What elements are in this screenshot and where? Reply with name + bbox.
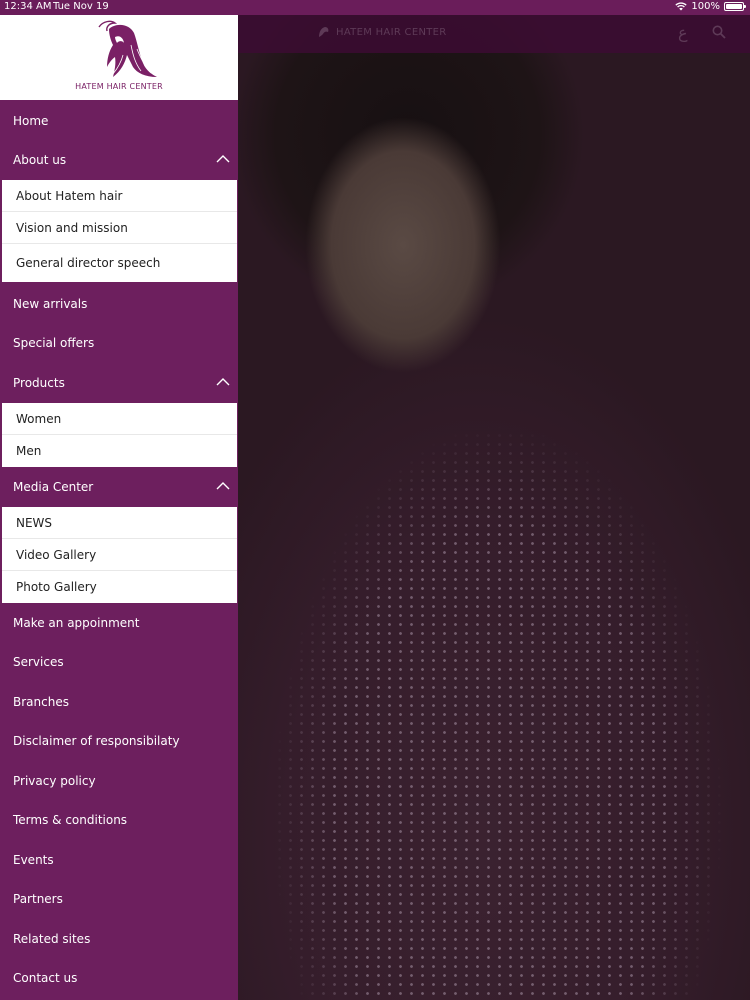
menu-item-label: Services <box>13 655 64 669</box>
menu-item-label: Media Center <box>13 480 94 494</box>
submenu-about: About Hatem hair Vision and mission Gene… <box>2 180 237 282</box>
submenu-item-photo-gallery[interactable]: Photo Gallery <box>2 571 237 603</box>
logo: HATEM HAIR CENTER <box>0 15 238 100</box>
menu-item-disclaimer[interactable]: Disclaimer of responsibilaty <box>0 722 238 760</box>
menu-item-about[interactable]: About us <box>0 141 238 179</box>
navigation-drawer: HATEM HAIR CENTER Home About us About Ha… <box>0 15 238 1000</box>
menu-item-new-arrivals[interactable]: New arrivals <box>0 285 238 323</box>
menu-item-partners[interactable]: Partners <box>0 880 238 918</box>
menu-item-appointment[interactable]: Make an appoinment <box>0 604 238 642</box>
submenu-media: NEWS Video Gallery Photo Gallery <box>2 507 237 603</box>
menu-item-label: Home <box>13 114 49 128</box>
chevron-up-icon <box>216 155 230 163</box>
hair-logo-icon <box>319 27 329 37</box>
menu-item-products[interactable]: Products <box>0 364 238 402</box>
menu-item-label: Special offers <box>13 336 95 350</box>
menu-item-label: Contact us <box>13 971 78 985</box>
logo-text: HATEM HAIR CENTER <box>75 82 163 91</box>
battery-icon <box>724 2 746 11</box>
menu-item-label: Branches <box>13 695 69 709</box>
menu-item-related-sites[interactable]: Related sites <box>0 920 238 958</box>
status-date: Tue Nov 19 <box>53 1 109 12</box>
menu-item-special-offers[interactable]: Special offers <box>0 324 238 362</box>
menu-item-branches[interactable]: Branches <box>0 683 238 721</box>
battery-percent: 100% <box>691 1 720 12</box>
submenu-products: Women Men <box>2 403 237 467</box>
menu-item-services[interactable]: Services <box>0 643 238 681</box>
status-bar: 12:34 AM Tue Nov 19 100% <box>0 0 750 15</box>
menu-item-home[interactable]: Home <box>0 102 238 140</box>
menu-item-media-center[interactable]: Media Center <box>0 468 238 506</box>
menu-item-label: Events <box>13 853 54 867</box>
app-header: HATEM HAIR CENTER ع <box>238 15 750 53</box>
chevron-up-icon <box>216 378 230 386</box>
submenu-item-men[interactable]: Men <box>2 435 237 467</box>
chevron-up-icon <box>216 482 230 490</box>
search-icon[interactable] <box>712 25 726 39</box>
menu-item-label: Terms & conditions <box>13 813 128 827</box>
menu-item-label: Partners <box>13 892 63 906</box>
wifi-icon <box>675 2 688 11</box>
submenu-item-director-speech[interactable]: General director speech <box>2 244 237 282</box>
menu-item-events[interactable]: Events <box>0 841 238 879</box>
header-brand-text: HATEM HAIR CENTER <box>336 26 447 38</box>
hero-photo <box>238 15 750 1000</box>
header-brand: HATEM HAIR CENTER <box>316 26 447 38</box>
menu-item-label: Products <box>13 376 65 390</box>
menu-item-label: Disclaimer of responsibilaty <box>13 734 180 748</box>
submenu-item-news[interactable]: NEWS <box>2 507 237 539</box>
menu-item-terms[interactable]: Terms & conditions <box>0 801 238 839</box>
submenu-item-video-gallery[interactable]: Video Gallery <box>2 539 237 571</box>
menu-item-label: New arrivals <box>13 297 88 311</box>
menu-item-contact-us[interactable]: Contact us <box>0 959 238 997</box>
menu-item-label: Make an appoinment <box>13 616 140 630</box>
menu-item-label: About us <box>13 153 67 167</box>
menu-item-label: Privacy policy <box>13 774 96 788</box>
submenu-item-vision-mission[interactable]: Vision and mission <box>2 212 237 244</box>
hair-logo-icon <box>98 20 157 77</box>
language-toggle[interactable]: ع <box>678 23 688 42</box>
submenu-item-about-hatem-hair[interactable]: About Hatem hair <box>2 180 237 212</box>
status-right: 100% <box>675 1 746 12</box>
menu-item-privacy-policy[interactable]: Privacy policy <box>0 762 238 800</box>
status-time: 12:34 AM <box>4 1 52 12</box>
menu-item-label: Related sites <box>13 932 91 946</box>
submenu-item-women[interactable]: Women <box>2 403 237 435</box>
